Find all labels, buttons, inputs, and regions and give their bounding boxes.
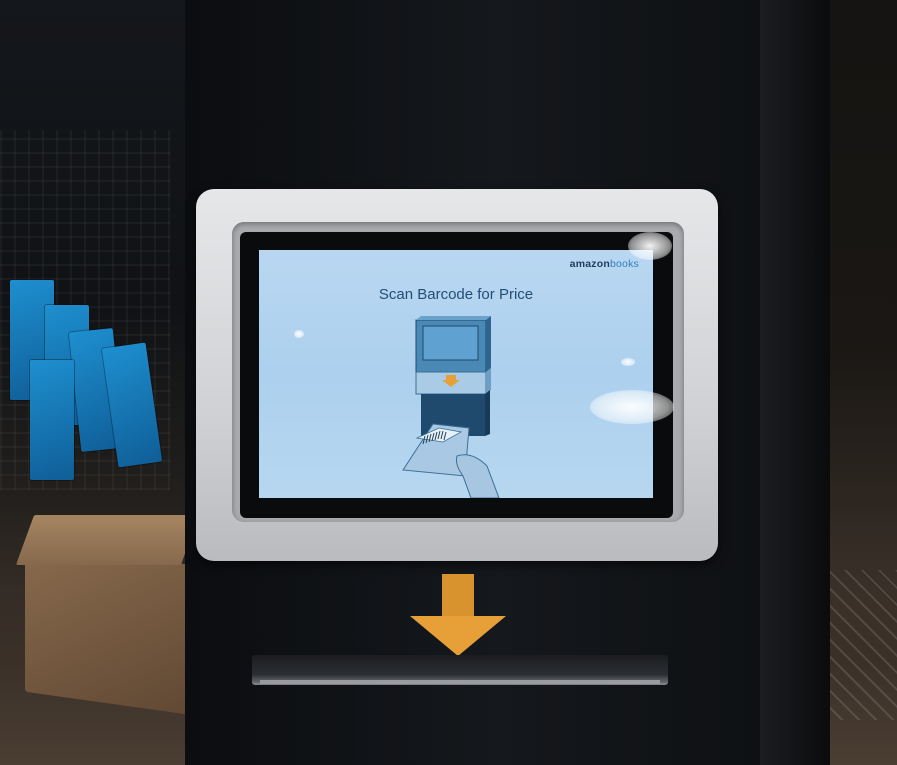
light-reflection: [628, 232, 672, 260]
wooden-display-top: [15, 515, 200, 565]
brand-secondary-text: books: [609, 258, 639, 270]
scanner-tray-edge: [260, 680, 660, 684]
scanner-kiosk-illustration-icon: [402, 316, 500, 498]
scan-instruction-title: Scan Barcode for Price: [378, 286, 534, 303]
kiosk-pedestal-side: [760, 0, 830, 765]
blue-book: [30, 360, 74, 480]
amazon-books-logo: amazonbooks: [570, 258, 639, 270]
brand-primary-text: amazon: [569, 258, 610, 270]
light-reflection: [590, 390, 674, 424]
light-reflection: [294, 330, 304, 338]
store-scene: amazonbooks Scan Barcode for Price: [0, 0, 897, 765]
light-reflection: [621, 358, 635, 366]
scanner-tray[interactable]: [252, 655, 668, 683]
kiosk-screen[interactable]: amazonbooks Scan Barcode for Price: [259, 250, 653, 498]
wire-book-rack: [0, 130, 170, 490]
down-arrow-icon: [410, 574, 506, 656]
